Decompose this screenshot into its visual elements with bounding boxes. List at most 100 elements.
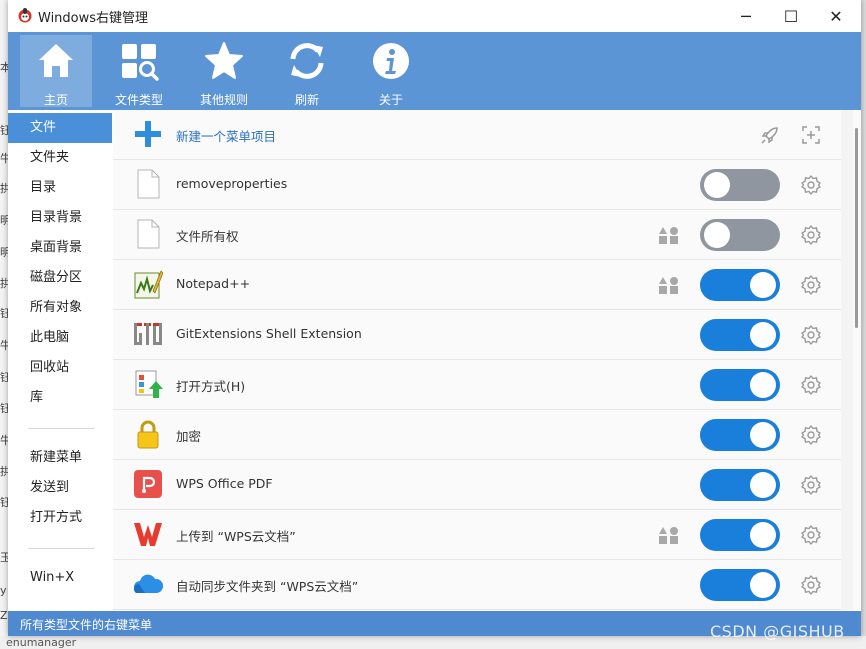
sidebar: 文件 文件夹 目录 目录背景 桌面背景 磁盘分区 所有对象 此电脑 回收站 库 … bbox=[8, 110, 113, 610]
gear-icon[interactable] bbox=[800, 374, 822, 396]
enable-toggle[interactable] bbox=[700, 569, 780, 601]
sidebar-item-recycle-bin[interactable]: 回收站 bbox=[8, 353, 112, 383]
gear-icon[interactable] bbox=[800, 474, 822, 496]
wps-office-icon bbox=[134, 523, 162, 546]
sidebar-item-file[interactable]: 文件 bbox=[8, 113, 112, 143]
plus-icon bbox=[135, 121, 161, 147]
window-title: Windows右键管理 bbox=[38, 11, 149, 26]
toolbar-label: 其他规则 bbox=[199, 93, 248, 107]
menu-item-name: removeproperties bbox=[176, 176, 288, 191]
toolbar-file-types-button[interactable]: 文件类型 bbox=[103, 35, 175, 107]
notepad-plus-plus-icon bbox=[134, 270, 163, 299]
lock-icon bbox=[137, 420, 159, 449]
toolbar-refresh-button[interactable]: 刷新 bbox=[271, 35, 343, 107]
enable-toggle[interactable] bbox=[700, 469, 780, 501]
new-menu-item-label: 新建一个菜单项目 bbox=[176, 129, 277, 144]
rocket-icon[interactable] bbox=[759, 124, 781, 146]
enable-toggle[interactable] bbox=[700, 219, 780, 251]
sidebar-item-desktop-background[interactable]: 桌面背景 bbox=[8, 233, 112, 263]
toolbar-other-rules-button[interactable]: 其他规则 bbox=[188, 35, 260, 107]
title-bar[interactable]: Windows右键管理 ─ ☐ ✕ bbox=[8, 0, 861, 32]
menu-item-row[interactable]: 打开方式(H) bbox=[113, 360, 841, 410]
close-button[interactable]: ✕ bbox=[813, 0, 859, 32]
sidebar-divider bbox=[28, 548, 94, 549]
scrollbar-thumb[interactable] bbox=[855, 128, 858, 328]
background-fragment-text: y bbox=[0, 584, 7, 597]
gear-icon[interactable] bbox=[800, 574, 822, 596]
menu-item-name: GitExtensions Shell Extension bbox=[176, 326, 362, 341]
background-fragment-text: Z bbox=[0, 609, 8, 622]
sidebar-item-folder[interactable]: 文件夹 bbox=[8, 143, 112, 173]
menu-item-name: 文件所有权 bbox=[176, 229, 239, 244]
watermark: CSDN @GISHUB bbox=[710, 622, 845, 641]
shapes-icon[interactable] bbox=[659, 526, 679, 544]
menu-item-name: 打开方式(H) bbox=[176, 379, 246, 394]
gear-icon[interactable] bbox=[800, 174, 822, 196]
background-app-right-edge bbox=[861, 0, 866, 649]
enable-toggle[interactable] bbox=[700, 269, 780, 301]
git-extensions-icon bbox=[134, 323, 162, 345]
toolbar-label: 关于 bbox=[378, 93, 403, 107]
menu-item-row[interactable]: 上传到 “WPS云文档” bbox=[113, 510, 841, 560]
app-logo-icon bbox=[18, 8, 32, 23]
sidebar-item-this-pc[interactable]: 此电脑 bbox=[8, 323, 112, 353]
background-fragment-text: enumanager bbox=[6, 636, 77, 649]
menu-item-name: 自动同步文件夹到 “WPS云文档” bbox=[176, 579, 359, 594]
menu-item-row[interactable]: 加密 bbox=[113, 410, 841, 460]
sidebar-item-library[interactable]: 库 bbox=[8, 383, 112, 413]
sidebar-item-directory[interactable]: 目录 bbox=[8, 173, 112, 203]
enable-toggle[interactable] bbox=[700, 319, 780, 351]
sidebar-item-all-objects[interactable]: 所有对象 bbox=[8, 293, 112, 323]
shapes-icon[interactable] bbox=[659, 276, 679, 294]
enable-toggle[interactable] bbox=[700, 519, 780, 551]
sidebar-item-new-menu[interactable]: 新建菜单 bbox=[8, 443, 112, 473]
cloud-icon bbox=[134, 574, 163, 593]
toolbar-label: 刷新 bbox=[294, 93, 319, 107]
shapes-icon[interactable] bbox=[659, 226, 679, 244]
menu-item-list: 新建一个菜单项目 removeproperties 文件所有权 Notepad+… bbox=[113, 110, 853, 610]
blank-file-icon bbox=[137, 169, 160, 199]
toolbar-label: 文件类型 bbox=[114, 93, 163, 107]
menu-item-name: Notepad++ bbox=[176, 276, 251, 291]
refresh-icon bbox=[290, 43, 324, 79]
minimize-button[interactable]: ─ bbox=[723, 0, 769, 32]
toolbar-about-button[interactable]: 关于 bbox=[355, 35, 427, 107]
enable-toggle[interactable] bbox=[700, 169, 780, 201]
enable-toggle[interactable] bbox=[700, 419, 780, 451]
gear-icon[interactable] bbox=[800, 324, 822, 346]
info-icon bbox=[373, 43, 409, 79]
menu-item-row[interactable]: GitExtensions Shell Extension bbox=[113, 310, 841, 360]
app-window: Windows右键管理 ─ ☐ ✕ 主页 文件类型 其他规则 刷新 关于 文件 … bbox=[8, 0, 861, 636]
maximize-button[interactable]: ☐ bbox=[768, 0, 814, 32]
menu-item-row[interactable]: 自动同步文件夹到 “WPS云文档” bbox=[113, 560, 841, 610]
menu-item-row[interactable]: 文件所有权 bbox=[113, 210, 841, 260]
vertical-scrollbar[interactable] bbox=[853, 110, 861, 610]
add-box-icon[interactable] bbox=[800, 124, 822, 146]
file-types-icon bbox=[122, 44, 159, 81]
menu-item-row[interactable]: removeproperties bbox=[113, 160, 841, 210]
sidebar-divider bbox=[28, 428, 94, 429]
gear-icon[interactable] bbox=[800, 274, 822, 296]
sidebar-item-directory-background[interactable]: 目录背景 bbox=[8, 203, 112, 233]
menu-item-row[interactable]: Notepad++ bbox=[113, 260, 841, 310]
new-menu-item-row[interactable]: 新建一个菜单项目 bbox=[113, 110, 841, 160]
main-toolbar: 主页 文件类型 其他规则 刷新 关于 bbox=[8, 32, 861, 110]
open-with-icon bbox=[135, 370, 163, 398]
enable-toggle[interactable] bbox=[700, 369, 780, 401]
status-text: 所有类型文件的右键菜单 bbox=[20, 618, 153, 632]
gear-icon[interactable] bbox=[800, 224, 822, 246]
gear-icon[interactable] bbox=[800, 524, 822, 546]
toolbar-label: 主页 bbox=[43, 93, 68, 107]
sidebar-item-send-to[interactable]: 发送到 bbox=[8, 473, 112, 503]
sidebar-item-drive[interactable]: 磁盘分区 bbox=[8, 263, 112, 293]
menu-item-name: WPS Office PDF bbox=[176, 476, 273, 491]
home-icon bbox=[39, 44, 73, 77]
menu-item-name: 上传到 “WPS云文档” bbox=[176, 529, 296, 544]
blank-file-icon bbox=[137, 219, 160, 249]
wps-pdf-icon bbox=[134, 470, 162, 498]
sidebar-item-win-x[interactable]: Win+X bbox=[8, 563, 112, 593]
menu-item-row[interactable]: WPS Office PDF bbox=[113, 460, 841, 510]
toolbar-home-button[interactable]: 主页 bbox=[20, 35, 92, 107]
gear-icon[interactable] bbox=[800, 424, 822, 446]
sidebar-item-open-with[interactable]: 打开方式 bbox=[8, 503, 112, 533]
